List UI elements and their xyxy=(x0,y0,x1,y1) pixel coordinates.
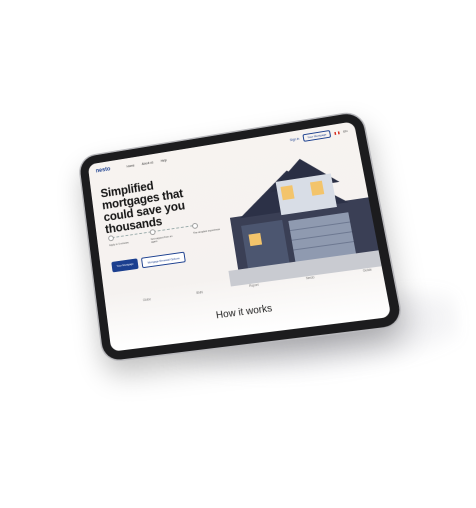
step-dot-icon xyxy=(149,229,155,235)
house-illustration xyxy=(212,140,382,286)
step-item: The simplest experience xyxy=(192,219,223,237)
sign-in-link[interactable]: Sign in xyxy=(290,137,300,142)
step-item: Get support from an agent xyxy=(149,226,179,244)
nav-link-help[interactable]: Help xyxy=(160,158,167,163)
step-label: Get support from an agent xyxy=(151,234,180,244)
nav-link-about[interactable]: About us xyxy=(142,161,154,166)
nav-actions: Sign in Your Mortgage EN xyxy=(289,127,348,144)
step-dot-icon xyxy=(108,235,114,241)
press-logo: Nesto xyxy=(306,275,315,280)
press-logo: Globe xyxy=(143,297,152,302)
secondary-cta-button[interactable]: Mortgage Renewal Options xyxy=(141,252,186,269)
press-logo: Report xyxy=(249,283,259,288)
step-label: Apply in 3 minutes xyxy=(109,240,137,247)
press-logo: Guide xyxy=(363,268,373,273)
language-selector[interactable]: EN xyxy=(343,129,348,133)
section-heading-highlight: works xyxy=(245,303,273,317)
nav-cta-button[interactable]: Your Mortgage xyxy=(303,130,331,142)
nav-link-home[interactable]: Home xyxy=(126,164,134,169)
section-heading-part1: How it xyxy=(215,307,247,322)
step-item: Apply in 3 minutes xyxy=(108,232,138,250)
press-logo: BNN xyxy=(196,290,203,295)
brand-logo[interactable]: nesto xyxy=(96,167,111,175)
step-dot-icon xyxy=(192,223,199,229)
section-heading: How it works xyxy=(108,288,388,335)
step-label: The simplest experience xyxy=(193,228,222,235)
stage: nesto Home About us Help Sign in Your Mo… xyxy=(0,0,476,508)
flag-icon xyxy=(334,131,339,135)
tablet-device: nesto Home About us Help Sign in Your Mo… xyxy=(79,111,403,361)
tablet-screen: nesto Home About us Help Sign in Your Mo… xyxy=(88,121,392,351)
primary-cta-button[interactable]: Your Mortgage xyxy=(111,258,139,272)
hero-buttons: Your Mortgage Mortgage Renewal Options xyxy=(111,252,186,273)
